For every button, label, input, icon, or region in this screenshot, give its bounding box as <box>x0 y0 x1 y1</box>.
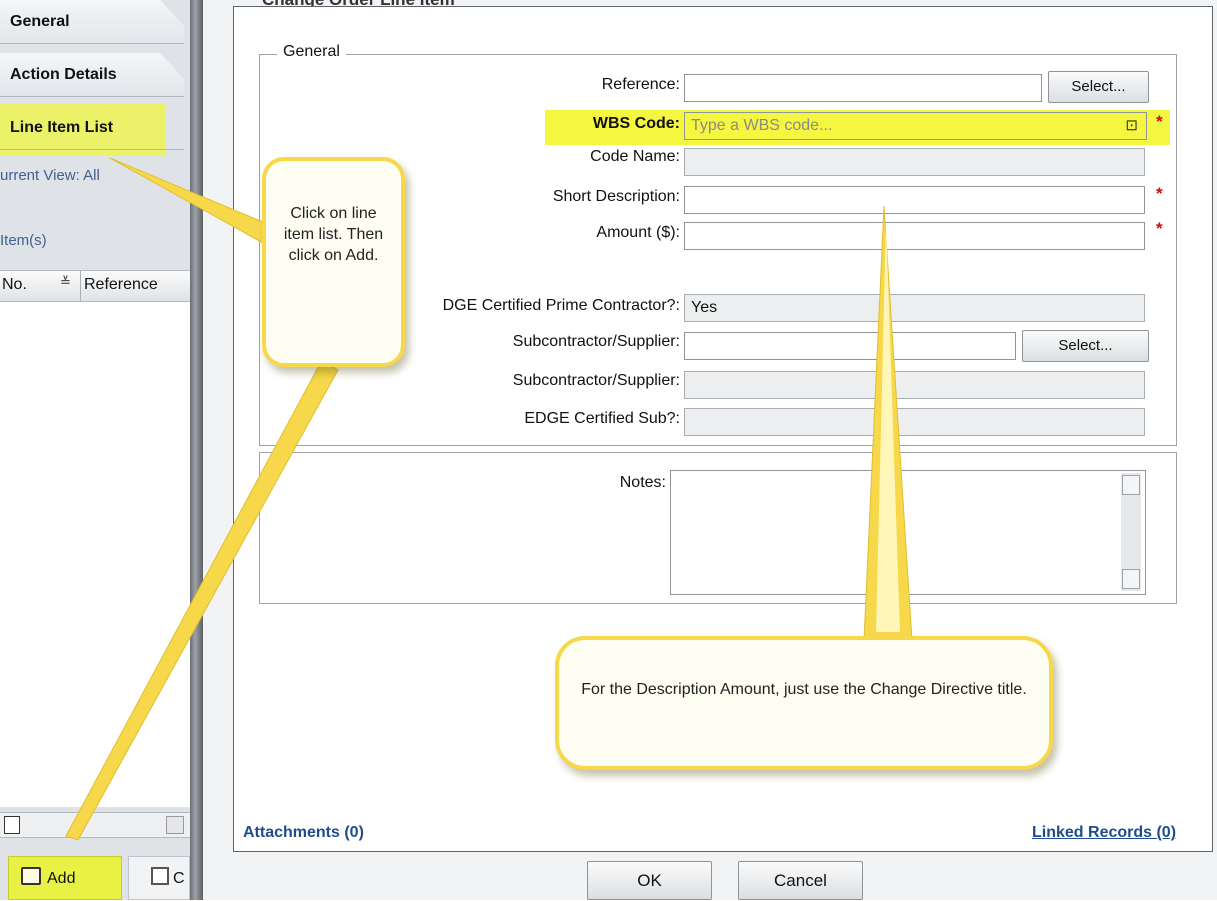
edge-sub-field <box>684 408 1145 436</box>
notes-vertical-scrollbar[interactable] <box>1121 473 1141 591</box>
required-marker: * <box>1156 112 1163 131</box>
tab-general[interactable]: General <box>0 0 184 44</box>
left-navigation-pane: General Action Details Line Item List ur… <box>0 0 190 900</box>
pane-splitter[interactable] <box>190 0 203 900</box>
edge-sub-label: EDGE Certified Sub?: <box>524 410 680 427</box>
callout-line-item-list: Click on line item list. Then click on A… <box>262 157 405 367</box>
required-marker: * <box>1156 184 1163 203</box>
short-description-label: Short Description: <box>552 188 680 205</box>
add-button-label: Add <box>47 870 76 887</box>
tab-action-details[interactable]: Action Details <box>0 53 184 97</box>
wbs-code-placeholder: Type a WBS code... <box>691 117 833 134</box>
subcontractor-select-button[interactable]: Select... <box>1022 330 1149 362</box>
subcontractor-field[interactable] <box>684 332 1016 360</box>
notes-label: Notes: <box>619 474 666 491</box>
reference-select-button[interactable]: Select... <box>1048 71 1149 103</box>
reference-field[interactable] <box>684 74 1042 102</box>
amount-label: Amount ($): <box>596 224 680 241</box>
attachments-link[interactable]: Attachments (0) <box>243 824 364 842</box>
copy-button-label: C <box>173 870 185 887</box>
edge-prime-label: DGE Certified Prime Contractor?: <box>442 297 680 314</box>
scroll-down-button[interactable] <box>1122 569 1140 589</box>
copy-button[interactable]: C <box>128 856 190 900</box>
ok-button[interactable]: OK <box>587 861 712 900</box>
current-view-label: urrent View: All <box>0 167 100 184</box>
edge-prime-field: Yes <box>684 294 1145 322</box>
linked-records-link[interactable]: Linked Records (0) <box>1032 824 1176 842</box>
picker-icon[interactable]: ⊡ <box>1125 113 1138 139</box>
callout-description: For the Description Amount, just use the… <box>555 636 1053 770</box>
sort-icon[interactable]: ≚ <box>60 274 71 290</box>
code-name-label: Code Name: <box>590 148 680 165</box>
scrollbar-thumb[interactable] <box>4 816 20 834</box>
add-item-icon <box>21 867 41 885</box>
amount-field[interactable] <box>684 222 1145 250</box>
line-item-list <box>0 302 190 807</box>
reference-label: Reference: <box>601 76 680 93</box>
cancel-button[interactable]: Cancel <box>738 861 863 900</box>
wbs-code-field[interactable]: Type a WBS code... ⊡ <box>684 112 1147 140</box>
general-section-legend: General <box>277 43 346 61</box>
required-marker: * <box>1156 219 1163 238</box>
copy-icon <box>151 867 169 885</box>
tab-line-item-list[interactable]: Line Item List <box>0 106 184 150</box>
subcontractor-name-label: Subcontractor/Supplier: <box>512 372 680 389</box>
column-header-reference[interactable]: Reference <box>84 276 158 294</box>
list-column-header: No. ≚ Reference <box>0 270 190 302</box>
scroll-right-button[interactable] <box>166 816 184 834</box>
subcontractor-label: Subcontractor/Supplier: <box>512 333 680 350</box>
add-button[interactable]: Add <box>8 856 122 900</box>
short-description-field[interactable] <box>684 186 1145 214</box>
column-divider[interactable] <box>80 271 81 301</box>
horizontal-scrollbar[interactable] <box>0 812 190 838</box>
scroll-up-button[interactable] <box>1122 475 1140 495</box>
notes-textarea[interactable] <box>670 470 1146 595</box>
subcontractor-name-field <box>684 371 1145 399</box>
wbs-code-label: WBS Code: <box>592 115 680 132</box>
column-header-no[interactable]: No. <box>2 276 27 294</box>
item-count-label: Item(s) <box>0 232 47 249</box>
code-name-field <box>684 148 1145 176</box>
